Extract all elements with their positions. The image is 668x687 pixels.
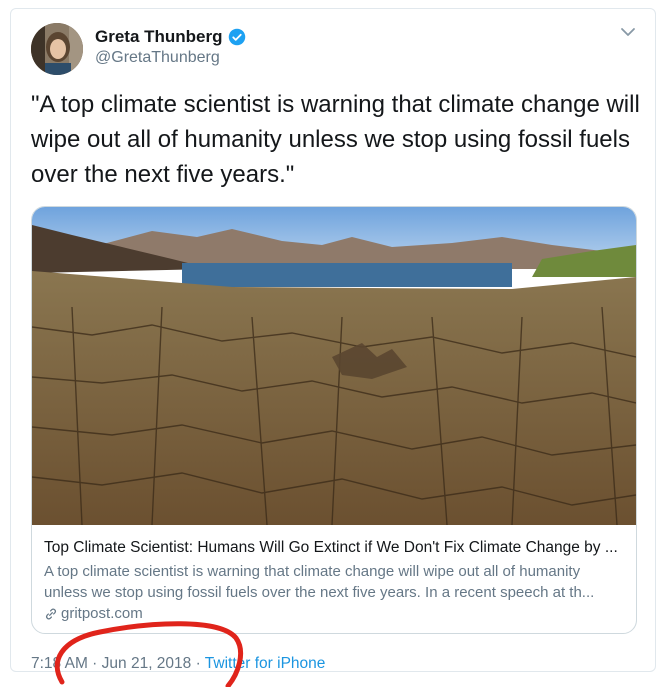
meta-separator: ·: [87, 655, 102, 672]
tweet-date[interactable]: Jun 21, 2018: [102, 655, 192, 672]
tweet-time[interactable]: 7:18 AM: [31, 655, 88, 672]
user-handle[interactable]: @GretaThunberg: [95, 49, 246, 67]
tweet-card: Greta Thunberg @GretaThunberg "A top cli…: [10, 8, 656, 672]
chevron-down-icon[interactable]: [619, 23, 637, 41]
tweet-text: "A top climate scientist is warning that…: [31, 91, 640, 188]
avatar[interactable]: [31, 23, 83, 75]
display-name[interactable]: Greta Thunberg: [95, 27, 223, 47]
card-description: A top climate scientist is warning that …: [44, 563, 595, 601]
card-domain[interactable]: gritpost.com: [61, 605, 143, 622]
card-image[interactable]: [32, 207, 636, 525]
link-card[interactable]: Top Climate Scientist: Humans Will Go Ex…: [31, 206, 637, 634]
card-body: Top Climate Scientist: Humans Will Go Ex…: [32, 525, 636, 622]
tweet-meta: 7:18 AM · Jun 21, 2018 · Twitter for iPh…: [31, 655, 325, 673]
tweet-header: Greta Thunberg @GretaThunberg: [31, 23, 246, 75]
user-names: Greta Thunberg @GretaThunberg: [95, 27, 246, 67]
meta-separator: ·: [191, 655, 205, 672]
tweet-source[interactable]: Twitter for iPhone: [205, 655, 326, 672]
verified-badge-icon: [228, 28, 245, 46]
avatar-image: [31, 23, 83, 75]
card-domain-row: gritpost.com: [44, 605, 622, 622]
display-name-row: Greta Thunberg: [95, 27, 246, 47]
card-title[interactable]: Top Climate Scientist: Humans Will Go Ex…: [44, 539, 622, 557]
link-icon: [46, 608, 56, 619]
